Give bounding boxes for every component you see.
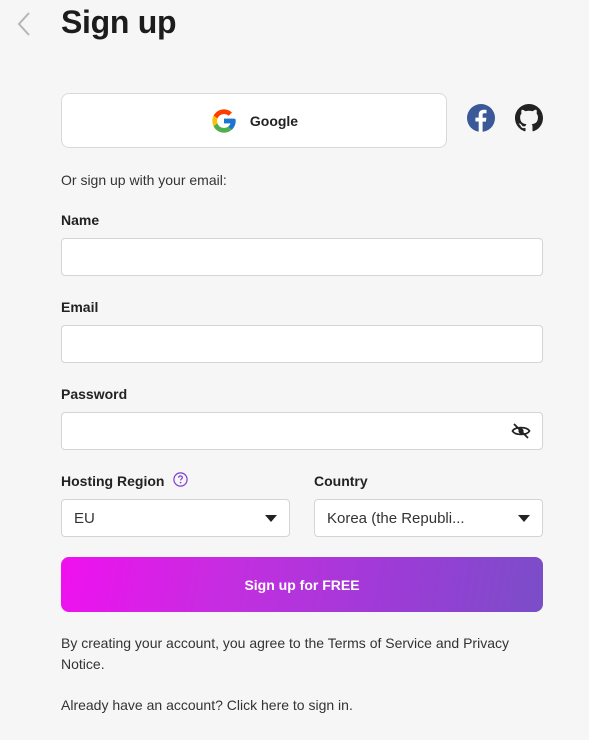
eye-slash-icon: [511, 423, 531, 439]
google-icon: [212, 108, 236, 133]
chevron-left-icon: [17, 12, 30, 36]
password-label: Password: [61, 386, 128, 402]
terms-of-service-link[interactable]: Terms of Service: [328, 635, 432, 651]
hosting-region-select[interactable]: EU: [61, 499, 290, 537]
chevron-down-icon: [265, 514, 277, 522]
facebook-icon: [467, 104, 495, 132]
hosting-region-value: EU: [74, 509, 95, 527]
facebook-signup-button[interactable]: [467, 104, 495, 132]
country-select[interactable]: Korea (the Republi...: [314, 499, 543, 537]
terms-prefix: By creating your account, you agree to t…: [61, 635, 328, 651]
terms-middle: and: [431, 635, 464, 651]
signin-link[interactable]: Click here: [227, 697, 289, 713]
country-value: Korea (the Republi...: [327, 509, 465, 527]
github-icon: [515, 104, 543, 132]
terms-suffix: .: [100, 656, 105, 672]
region-help-button[interactable]: [173, 472, 188, 487]
signin-suffix: to sign in.: [289, 697, 353, 713]
email-signup-hint: Or sign up with your email:: [61, 172, 227, 188]
back-button[interactable]: [14, 10, 36, 38]
google-signup-button[interactable]: Google: [61, 93, 447, 148]
country-label: Country: [314, 473, 368, 489]
email-field[interactable]: [61, 325, 543, 363]
page-title: Sign up: [61, 4, 177, 40]
name-field[interactable]: [61, 238, 543, 276]
password-field[interactable]: [61, 412, 543, 450]
password-visibility-toggle[interactable]: [511, 421, 531, 441]
google-button-label: Google: [249, 112, 299, 129]
hosting-region-label: Hosting Region: [61, 473, 165, 489]
signup-submit-button[interactable]: Sign up for FREE: [61, 557, 543, 612]
terms-notice: By creating your account, you agree to t…: [61, 633, 551, 675]
help-circle-icon: [173, 472, 188, 487]
github-signup-button[interactable]: [515, 104, 543, 132]
email-label: Email: [61, 299, 99, 315]
signin-prompt: Already have an account? Click here to s…: [61, 697, 353, 713]
name-label: Name: [61, 212, 100, 228]
signin-prefix: Already have an account?: [61, 697, 227, 713]
chevron-down-icon: [518, 514, 530, 522]
